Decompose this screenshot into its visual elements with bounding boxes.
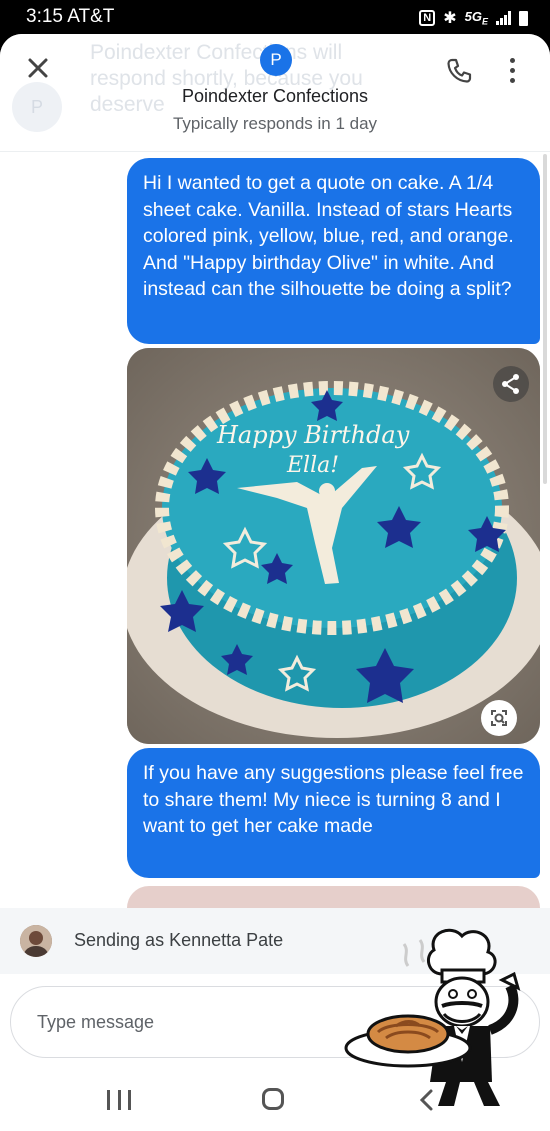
close-button[interactable]	[22, 52, 54, 84]
sender-avatar	[20, 925, 52, 957]
network-type: 5GE	[464, 9, 488, 27]
response-time: Typically responds in 1 day	[172, 114, 378, 133]
recent-apps-button[interactable]	[107, 1090, 131, 1110]
status-bar: 3:15 AT&T N ✱ 5GE	[0, 0, 550, 34]
cake-text-line2: Ella!	[286, 453, 339, 478]
nfc-icon: N	[419, 10, 436, 26]
signal-icon	[496, 11, 511, 25]
battery-icon	[519, 10, 528, 26]
recent-apps-icon	[107, 1090, 131, 1110]
call-button[interactable]	[444, 56, 474, 86]
bluetooth-icon: ✱	[443, 10, 457, 27]
message-list[interactable]: Hi I wanted to get a quote on cake. A 1/…	[0, 152, 550, 908]
chef-watermark	[342, 922, 550, 1110]
sent-image-preview[interactable]	[127, 886, 540, 908]
more-options-button[interactable]	[500, 56, 524, 86]
home-button[interactable]	[262, 1088, 284, 1110]
status-icons: N ✱ 5GE	[419, 8, 528, 28]
lens-button[interactable]	[481, 700, 517, 736]
sending-as-label: Sending as Kennetta Pate	[74, 930, 284, 950]
sent-image[interactable]: Happy Birthday Ella!	[127, 348, 540, 744]
close-icon	[28, 58, 48, 78]
chat-header: Poindexter Confections will respond shor…	[0, 34, 550, 152]
cake-photo: Happy Birthday Ella!	[127, 348, 540, 744]
business-name: Poindexter Confections	[181, 86, 369, 106]
cake-text-line1: Happy Birthday	[216, 421, 410, 449]
share-button[interactable]	[493, 366, 529, 402]
sent-message[interactable]: If you have any suggestions please feel …	[127, 748, 540, 878]
share-icon	[502, 374, 519, 394]
more-vert-icon	[500, 58, 524, 83]
business-avatar[interactable]: P	[260, 44, 292, 76]
sent-message[interactable]: Hi I wanted to get a quote on cake. A 1/…	[127, 158, 540, 344]
status-time-carrier: 3:15 AT&T	[26, 6, 115, 27]
scrollbar[interactable]	[543, 154, 547, 484]
lens-icon	[491, 710, 507, 726]
phone-icon	[447, 58, 472, 83]
